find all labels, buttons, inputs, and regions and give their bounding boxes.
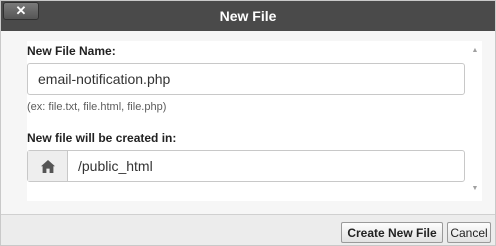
dialog-footer: Create New File Cancel	[1, 214, 495, 245]
location-input-group: /public_html	[27, 150, 465, 182]
form-panel: New File Name: (ex: file.txt, file.html,…	[27, 41, 482, 201]
scroll-up-arrow-icon[interactable]: ▲	[470, 46, 480, 56]
dialog-body: New File Name: (ex: file.txt, file.html,…	[1, 31, 495, 214]
new-file-dialog: ✕ New File New File Name: (ex: file.txt,…	[0, 0, 496, 246]
form-scrollbar[interactable]: ▲ ▼	[468, 41, 482, 201]
file-name-hint: (ex: file.txt, file.html, file.php)	[27, 101, 167, 113]
home-icon	[40, 159, 55, 173]
cancel-button[interactable]: Cancel	[447, 222, 491, 243]
file-name-input[interactable]	[27, 63, 465, 95]
dialog-titlebar: ✕ New File	[1, 1, 495, 31]
location-input[interactable]: /public_html	[68, 151, 464, 181]
location-addon	[28, 151, 68, 181]
location-label: New file will be created in:	[27, 131, 177, 145]
file-name-label: New File Name:	[27, 44, 116, 58]
dialog-title: New File	[219, 8, 277, 24]
create-new-file-button[interactable]: Create New File	[341, 222, 443, 243]
scroll-down-arrow-icon[interactable]: ▼	[470, 184, 480, 194]
